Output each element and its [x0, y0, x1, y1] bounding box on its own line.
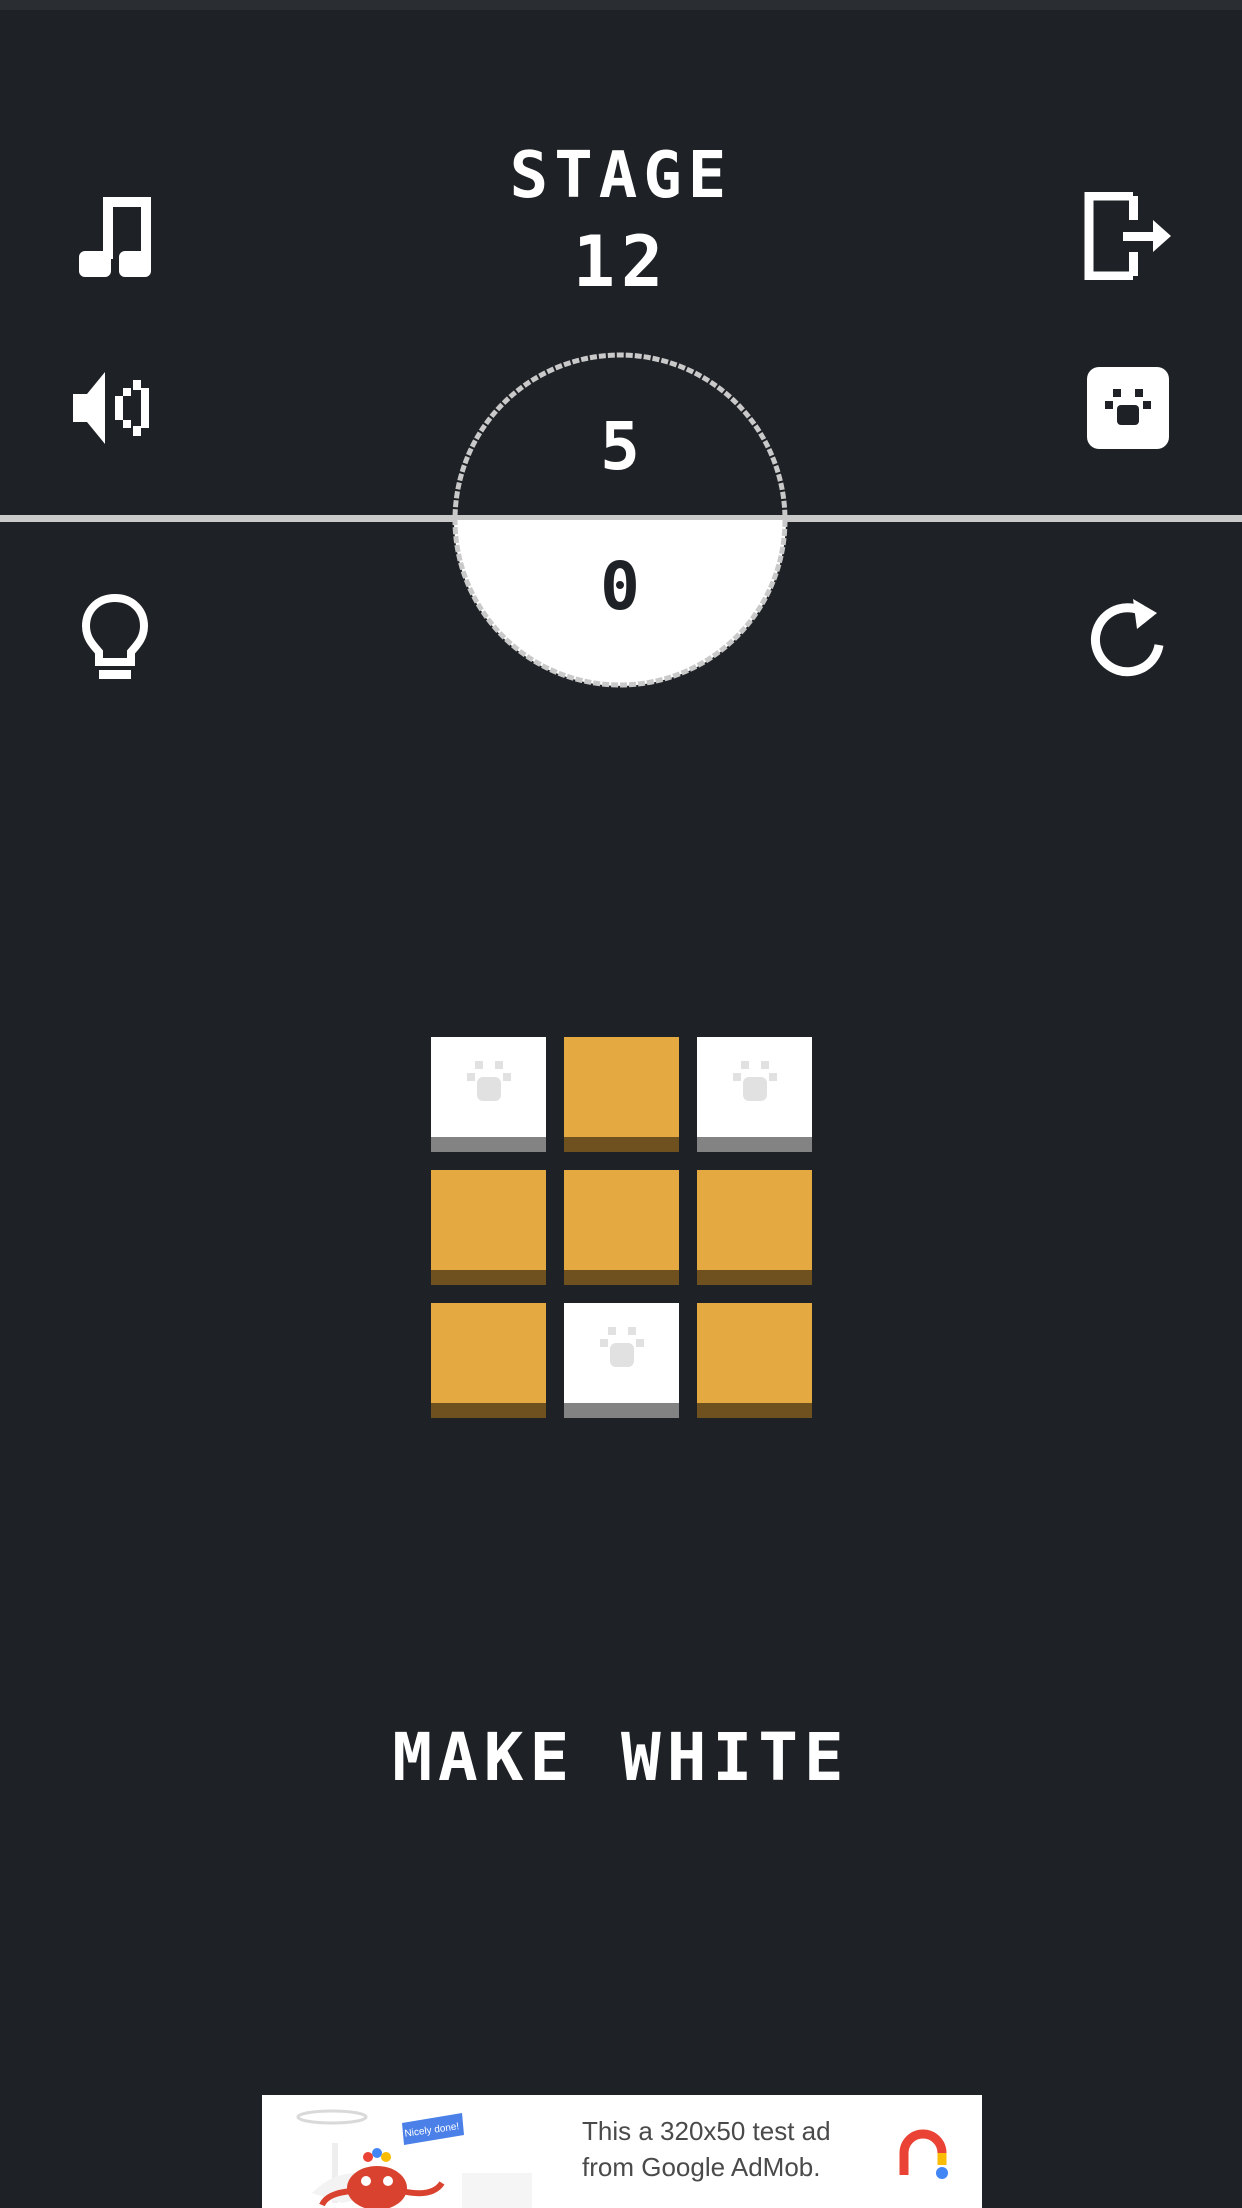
tile-white[interactable]	[697, 1037, 812, 1152]
paw-icon	[600, 1327, 644, 1367]
ad-text: This a 320x50 test ad from Google AdMob.	[582, 2113, 892, 2185]
tile-edge	[431, 1270, 546, 1285]
moves-counter: 5 0	[452, 352, 788, 688]
restart-button[interactable]	[1068, 578, 1188, 698]
paw-icon	[467, 1061, 511, 1101]
tile-edge	[697, 1270, 812, 1285]
tile-face	[431, 1170, 546, 1270]
tile-edge	[564, 1270, 679, 1285]
tile-edge	[697, 1403, 812, 1418]
tile-orange[interactable]	[564, 1170, 679, 1285]
objective-text: MAKE WHITE	[392, 1719, 850, 1796]
tile-orange[interactable]	[697, 1170, 812, 1285]
stage-number: 12	[572, 221, 670, 303]
ad-text-line2: from Google AdMob.	[582, 2152, 821, 2182]
tile-edge	[431, 1403, 546, 1418]
tile-edge	[431, 1137, 546, 1152]
sound-toggle-button[interactable]	[55, 348, 175, 468]
tile-orange[interactable]	[697, 1303, 812, 1418]
tile-orange[interactable]	[431, 1170, 546, 1285]
ad-mascot-illustration: Nicely done!	[296, 2109, 532, 2208]
tile-orange[interactable]	[431, 1303, 546, 1418]
tile-edge	[697, 1137, 812, 1152]
tile-face	[697, 1303, 812, 1403]
tile-face	[564, 1037, 679, 1137]
tile-white[interactable]	[564, 1303, 679, 1418]
music-toggle-button[interactable]	[55, 176, 175, 296]
exit-button[interactable]	[1068, 176, 1188, 296]
ad-banner[interactable]: Nicely done! This a 320x50 test ad from …	[262, 2095, 982, 2208]
tile-orange[interactable]	[564, 1037, 679, 1152]
stage-label: STAGE	[509, 139, 733, 213]
admob-logo-icon	[899, 2129, 948, 2179]
tile-edge	[564, 1137, 679, 1152]
lightbulb-icon	[81, 593, 149, 679]
status-strip	[0, 0, 1242, 10]
tile-face	[697, 1170, 812, 1270]
hint-button[interactable]	[55, 578, 175, 698]
tile-edge	[564, 1403, 679, 1418]
paw-badge-icon	[1087, 367, 1169, 449]
music-note-icon	[79, 197, 151, 277]
tile-face	[564, 1170, 679, 1270]
ad-text-line1: This a 320x50 test ad	[582, 2116, 831, 2146]
moves-used: 0	[600, 548, 640, 625]
tile-white[interactable]	[431, 1037, 546, 1152]
paw-icon	[733, 1061, 777, 1101]
paw-menu-button[interactable]	[1068, 348, 1188, 468]
exit-icon	[1084, 192, 1171, 280]
tile-board	[431, 1037, 812, 1418]
restart-icon	[1090, 599, 1164, 677]
speaker-icon	[73, 372, 149, 444]
tile-face	[431, 1303, 546, 1403]
moves-limit: 5	[600, 408, 640, 485]
